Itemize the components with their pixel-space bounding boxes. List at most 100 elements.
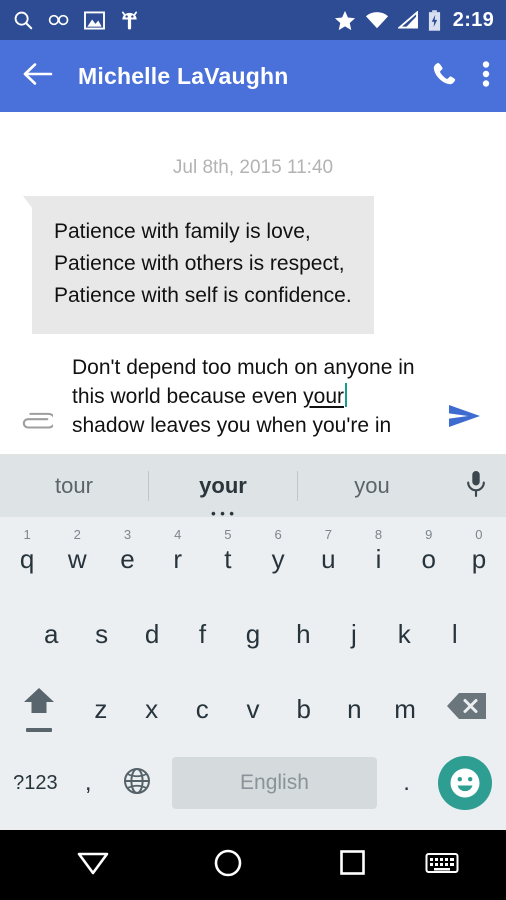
emoji-smiley-icon	[437, 756, 492, 810]
keyboard-row-1: 1q 2w 3e 4r 5t 6y 7u 8i 9o 0p	[0, 521, 506, 596]
suggestion-item-0[interactable]: tour	[0, 455, 148, 517]
key-q[interactable]: 1q	[2, 521, 52, 596]
key-p[interactable]: 0p	[454, 521, 504, 596]
key-f[interactable]: f	[177, 596, 227, 671]
infinity-icon	[48, 13, 70, 27]
suggestion-item-2[interactable]: you	[298, 455, 446, 517]
star-icon	[334, 10, 356, 31]
key-label: g	[245, 618, 261, 649]
key-x[interactable]: x	[126, 671, 177, 746]
message-bubble-incoming[interactable]: Patience with family is love, Patience w…	[23, 196, 374, 334]
language-switch-key[interactable]	[110, 746, 164, 820]
page-title: Michelle LaVaughn	[78, 62, 289, 89]
nav-keyboard-switch-button[interactable]	[406, 830, 478, 900]
conversation-thread[interactable]: Jul 8th, 2015 11:40 Patience with family…	[0, 112, 506, 347]
key-k[interactable]: k	[379, 596, 429, 671]
nav-back-button[interactable]	[28, 830, 158, 900]
status-bar-notifications	[12, 9, 140, 31]
key-t[interactable]: 5t	[203, 521, 253, 596]
status-bar-clock: 2:19	[452, 8, 494, 31]
key-number-hint: 5	[224, 527, 232, 542]
on-screen-keyboard: 1q 2w 3e 4r 5t 6y 7u 8i 9o 0p a s d f g …	[0, 517, 506, 830]
nav-home-button[interactable]	[158, 830, 298, 900]
nav-recents-button[interactable]	[298, 830, 406, 900]
backspace-key[interactable]	[430, 671, 504, 746]
key-y[interactable]: 6y	[253, 521, 303, 596]
more-vertical-icon	[482, 60, 490, 93]
key-number-hint: 7	[324, 527, 332, 542]
attach-button[interactable]	[10, 411, 62, 446]
compose-line-3: shadow leaves you when you're in	[72, 414, 392, 437]
key-s[interactable]: s	[76, 596, 126, 671]
back-button[interactable]	[16, 62, 60, 91]
key-a[interactable]: a	[26, 596, 76, 671]
shift-key[interactable]	[2, 671, 76, 746]
key-label: p	[471, 543, 487, 574]
circle-icon	[213, 848, 243, 883]
key-label: ,	[84, 769, 92, 796]
message-line: Patience with self is confidence.	[54, 284, 352, 307]
key-label: d	[144, 618, 160, 649]
key-g[interactable]: g	[228, 596, 278, 671]
text-cursor	[345, 383, 347, 407]
key-v[interactable]: v	[228, 671, 279, 746]
space-key[interactable]: English	[171, 757, 378, 809]
key-label: a	[43, 618, 59, 649]
message-input[interactable]: Don't depend too much on anyone in this …	[62, 347, 434, 446]
key-o[interactable]: 9o	[404, 521, 454, 596]
battery-charging-icon	[428, 9, 441, 31]
wifi-icon	[365, 11, 389, 29]
key-h[interactable]: h	[278, 596, 328, 671]
key-b[interactable]: b	[278, 671, 329, 746]
message-timestamp: Jul 8th, 2015 11:40	[172, 157, 334, 178]
key-label: m	[394, 693, 416, 724]
key-label: v	[246, 693, 260, 724]
cell-signal-icon	[397, 11, 419, 29]
globe-icon	[122, 766, 152, 801]
square-icon	[339, 849, 366, 881]
key-label: e	[120, 543, 135, 574]
key-u[interactable]: 7u	[303, 521, 353, 596]
paperclip-icon	[19, 411, 57, 438]
key-label: w	[67, 543, 87, 574]
key-z[interactable]: z	[76, 671, 127, 746]
key-label: ?123	[13, 772, 58, 794]
key-number-hint: 1	[23, 527, 31, 542]
overflow-menu-button[interactable]	[482, 60, 490, 93]
key-label: k	[397, 618, 411, 649]
key-w[interactable]: 2w	[52, 521, 102, 596]
keyboard-icon	[425, 851, 459, 880]
suggestion-strip: tour your you	[0, 455, 506, 519]
compose-line-2: this world because even your	[72, 382, 430, 411]
key-i[interactable]: 8i	[353, 521, 403, 596]
key-n[interactable]: n	[329, 671, 380, 746]
microphone-icon	[464, 469, 488, 504]
send-button[interactable]	[434, 401, 496, 446]
phone-icon	[431, 60, 458, 92]
key-number-hint: 3	[123, 527, 132, 542]
key-l[interactable]: l	[430, 596, 480, 671]
symbols-key[interactable]: ?123	[4, 746, 67, 820]
key-c[interactable]: c	[177, 671, 228, 746]
call-button[interactable]	[431, 60, 458, 92]
key-r[interactable]: 4r	[153, 521, 203, 596]
suggestion-item-1[interactable]: your	[149, 455, 297, 519]
key-number-hint: 8	[374, 527, 383, 542]
compose-line-1: Don't depend too much on anyone in	[72, 356, 415, 379]
key-d[interactable]: d	[127, 596, 177, 671]
message-line: Patience with others is respect,	[54, 252, 345, 275]
key-j[interactable]: j	[329, 596, 379, 671]
key-e[interactable]: 3e	[102, 521, 152, 596]
status-bar-system-icons: 2:19	[334, 9, 494, 32]
key-label: .	[403, 769, 410, 796]
voice-input-button[interactable]	[446, 469, 506, 504]
key-m[interactable]: m	[380, 671, 431, 746]
key-label: r	[173, 543, 183, 574]
backspace-icon	[445, 690, 489, 727]
status-bar: 2:19	[0, 0, 506, 40]
emoji-key[interactable]	[428, 756, 502, 810]
key-label: z	[94, 693, 108, 724]
comma-key[interactable]: ,	[67, 746, 110, 820]
key-label: q	[19, 543, 35, 574]
period-key[interactable]: .	[385, 746, 428, 820]
